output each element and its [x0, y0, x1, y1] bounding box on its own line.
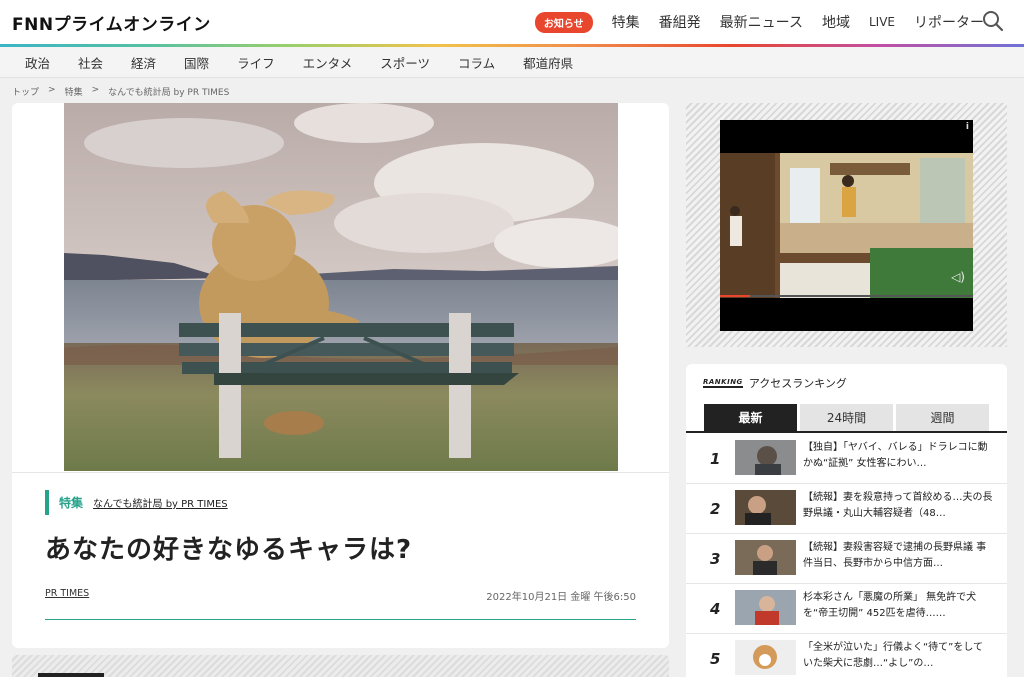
nav-bangumi[interactable]: 番組発 [659, 12, 701, 32]
category-column[interactable]: コラム [458, 53, 495, 72]
ranking-item-3[interactable]: 3 【続報】妻殺害容疑で逮捕の長野県議 事件当日、長野市から中信方面… [686, 534, 1007, 584]
article-header-rule [45, 619, 636, 620]
article-hero-image [64, 103, 618, 471]
breadcrumb-separator: > [48, 85, 56, 95]
ranking-headline: 【独自】「ヤバイ、バレる」ドラレコに動かぬ“証拠” 女性客にわい… [803, 442, 988, 469]
ranking-thumbnail [735, 540, 796, 575]
site-header: FNNプライムオンライン お知らせ 特集 番組発 最新ニュース 地域 LIVE … [0, 0, 1024, 44]
article-card: 特集 なんでも統計局 by PR TIMES あなたの好きなゆるキャラは? PR… [12, 103, 669, 648]
breadcrumb-current: なんでも統計局 by PR TIMES [108, 88, 230, 98]
divider [12, 472, 669, 473]
ad-placeholder-strip [12, 655, 669, 677]
video-progress-fill [720, 295, 751, 297]
ranking-thumbnail [735, 490, 796, 525]
ranking-item-1[interactable]: 1 【独自】「ヤバイ、バレる」ドラレコに動かぬ“証拠” 女性客にわい… [686, 434, 1007, 484]
tab-24h[interactable]: 24時間 [800, 404, 893, 431]
video-progress-bar[interactable] [720, 295, 973, 297]
video-player[interactable]: i ◁) [720, 120, 973, 331]
info-icon[interactable]: i [966, 122, 969, 132]
ranking-thumbnail [735, 440, 796, 475]
category-sports[interactable]: スポーツ [380, 53, 430, 72]
rabbit-on-bench-photo [64, 103, 618, 471]
article-title: あなたの好きなゆるキャラは? [45, 535, 413, 565]
ranking-item-5[interactable]: 5 「全米が泣いた」行儀よく“待て”をしていた柴犬に悲劇…“よし”の… [686, 634, 1007, 677]
category-entertainment[interactable]: エンタメ [303, 53, 353, 72]
article-category-line: 特集 なんでも統計局 by PR TIMES [45, 490, 228, 515]
site-logo[interactable]: FNNプライムオンライン [12, 10, 211, 35]
nav-reporter[interactable]: リポーター [914, 12, 984, 32]
ranking-thumbnail [735, 640, 796, 675]
ad-placeholder-bar [38, 673, 104, 677]
nav-latest-news[interactable]: 最新ニュース [720, 12, 803, 32]
ranking-headline: 【続報】妻を殺意持って首絞める…夫の長野県議・丸山大輔容疑者（48… [803, 492, 993, 519]
search-icon[interactable] [982, 10, 1004, 32]
category-economy[interactable]: 経済 [131, 53, 156, 72]
ranking-thumbnail [735, 590, 796, 625]
ranking-headline: 「全米が泣いた」行儀よく“待て”をしていた柴犬に悲劇…“よし”の… [803, 642, 984, 669]
tab-latest[interactable]: 最新 [704, 404, 797, 431]
volume-icon[interactable]: ◁) [951, 270, 965, 284]
nav-live[interactable]: LIVE [869, 15, 895, 29]
ranking-badge: RANKING [703, 378, 743, 388]
ranking-list: 1 【独自】「ヤバイ、バレる」ドラレコに動かぬ“証拠” 女性客にわい… 2 【続… [686, 434, 1007, 677]
ranking-headline: 【続報】妻殺害容疑で逮捕の長野県議 事件当日、長野市から中信方面… [803, 542, 987, 569]
breadcrumb: トップ > 特集 > なんでも統計局 by PR TIMES [12, 85, 229, 98]
article-datetime: 2022年10月21日 金曜 午後6:50 [486, 592, 636, 603]
rank-number: 3 [710, 550, 721, 568]
category-politics[interactable]: 政治 [25, 53, 50, 72]
tab-underline [686, 431, 1007, 433]
category-international[interactable]: 国際 [184, 53, 209, 72]
rank-number: 1 [710, 450, 721, 468]
access-ranking: RANKING アクセスランキング 最新 24時間 週間 1 【独自】「ヤバイ、… [686, 364, 1007, 677]
category-life[interactable]: ライフ [237, 53, 275, 72]
tab-weekly[interactable]: 週間 [896, 404, 989, 431]
video-frame-kitchen-scene [720, 153, 973, 298]
article-author-link[interactable]: PR TIMES [45, 588, 89, 599]
ranking-tabs: 最新 24時間 週間 [704, 404, 989, 431]
nav-region[interactable]: 地域 [822, 12, 850, 32]
ranking-title: アクセスランキング [748, 377, 847, 390]
rank-number: 4 [710, 600, 721, 618]
category-prefectures[interactable]: 都道府県 [523, 53, 573, 72]
ranking-header: RANKING アクセスランキング [703, 375, 847, 391]
breadcrumb-tokushu[interactable]: 特集 [65, 85, 83, 98]
breadcrumb-top[interactable]: トップ [12, 85, 39, 98]
ranking-item-2[interactable]: 2 【続報】妻を殺意持って首絞める…夫の長野県議・丸山大輔容疑者（48… [686, 484, 1007, 534]
category-nav: 政治 社会 経済 国際 ライフ エンタメ スポーツ コラム 都道府県 [0, 47, 1024, 78]
category-society[interactable]: 社会 [78, 53, 103, 72]
rank-number: 2 [710, 500, 721, 518]
nav-tokushu[interactable]: 特集 [612, 12, 640, 32]
breadcrumb-separator: > [91, 85, 100, 95]
top-nav: お知らせ 特集 番組発 最新ニュース 地域 LIVE リポーター [534, 0, 984, 44]
rank-number: 5 [710, 650, 721, 668]
video-ad-panel: i ◁) [686, 103, 1007, 347]
article-subcategory-link[interactable]: なんでも統計局 by PR TIMES [93, 495, 228, 510]
ranking-item-4[interactable]: 4 杉本彩さん「悪魔の所業」 無免許で犬を“帝王切開” 452匹を虐待…… [686, 584, 1007, 634]
notice-button[interactable]: お知らせ [534, 11, 593, 33]
article-category[interactable]: 特集 [59, 494, 83, 511]
ranking-headline: 杉本彩さん「悪魔の所業」 無免許で犬を“帝王切開” 452匹を虐待…… [803, 592, 977, 619]
